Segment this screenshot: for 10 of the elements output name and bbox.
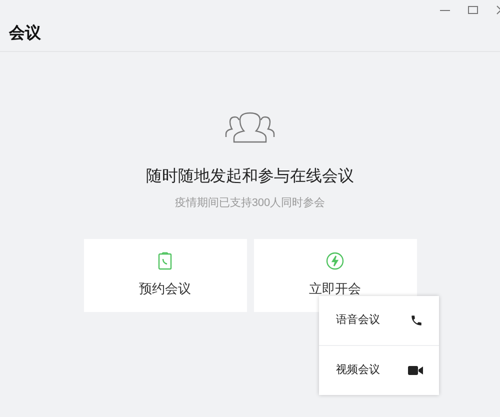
phone-icon — [410, 314, 423, 327]
video-camera-icon — [408, 365, 423, 376]
lightning-icon — [326, 252, 344, 270]
hero-subtitle: 疫情期间已支持300人同时参会 — [174, 196, 326, 211]
hero-heading: 随时随地发起和参与在线会议 — [146, 166, 354, 187]
menu-item[interactable]: 视频会议 — [319, 345, 439, 395]
maximize-icon[interactable] — [468, 5, 478, 15]
action-card[interactable]: 预约会议 — [84, 238, 246, 312]
window-title: 会议 — [9, 23, 41, 44]
clipboard-phone-icon — [158, 252, 172, 270]
